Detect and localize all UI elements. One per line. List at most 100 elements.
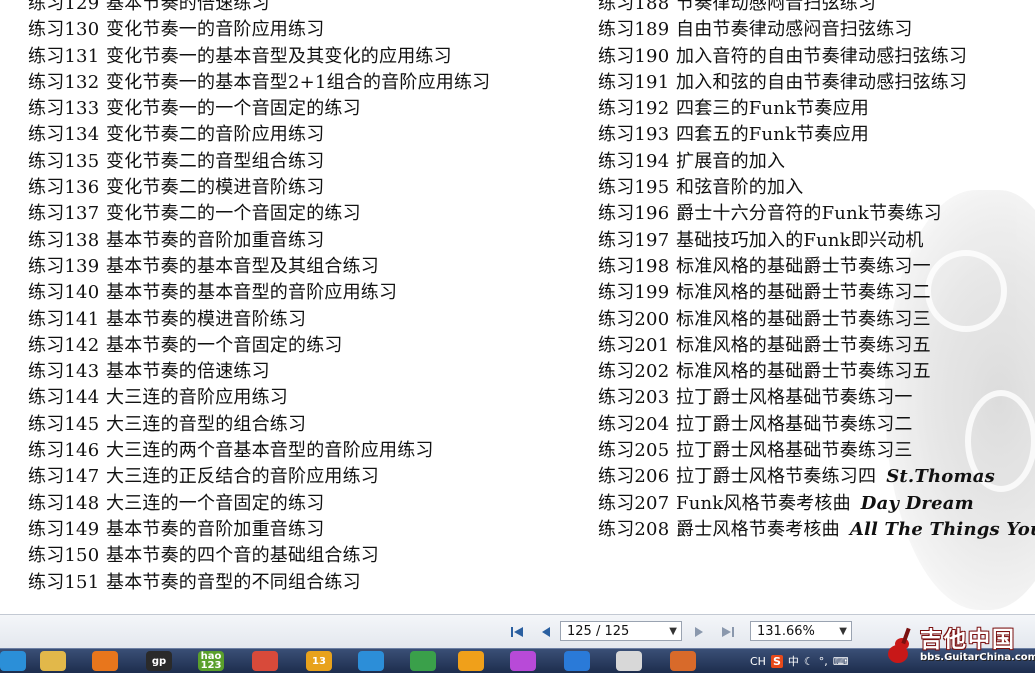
game-icon[interactable]: 13: [306, 651, 332, 671]
toc-entry-number: 练习137: [28, 203, 100, 225]
toc-entry[interactable]: 练习133 变化节奏一的一个音固定的练习: [28, 96, 490, 122]
toc-entry[interactable]: 练习139 基本节奏的基本音型及其组合练习: [28, 254, 490, 280]
toc-entry[interactable]: 练习204 拉丁爵士风格基础节奏练习二: [598, 412, 1035, 438]
toc-entry-number: 练习205: [598, 440, 670, 462]
toc-entry[interactable]: 练习192 四套三的Funk节奏应用: [598, 96, 1035, 122]
page-number-field[interactable]: 125 / 125 ▼: [560, 621, 682, 641]
toc-entry[interactable]: 练习206 拉丁爵士风格节奏练习四 St.Thomas: [598, 464, 1035, 490]
toc-entry-title: 和弦音阶的加入: [676, 177, 804, 199]
toc-entry[interactable]: 练习141 基本节奏的模进音阶练习: [28, 307, 490, 333]
toc-entry[interactable]: 练习189 自由节奏律动感闷音扫弦练习: [598, 17, 1035, 43]
toc-entry[interactable]: 练习135 变化节奏二的音型组合练习: [28, 149, 490, 175]
toc-entry-title: 标准风格的基础爵士节奏练习二: [676, 282, 931, 304]
input-lang[interactable]: CH: [750, 655, 766, 668]
last-page-icon: [722, 627, 734, 637]
toc-entry[interactable]: 练习147 大三连的正反结合的音阶应用练习: [28, 464, 490, 490]
toc-entry[interactable]: 练习134 变化节奏二的音阶应用练习: [28, 122, 490, 148]
next-page-icon: [695, 627, 703, 637]
chevron-down-icon[interactable]: ▼: [669, 622, 677, 642]
chrome-icon[interactable]: [252, 651, 278, 671]
toc-entry[interactable]: 练习201 标准风格的基础爵士节奏练习五: [598, 333, 1035, 359]
next-page-button[interactable]: [690, 623, 708, 641]
toc-entry-number: 练习206: [598, 466, 670, 488]
toc-entry[interactable]: 练习148 大三连的一个音固定的练习: [28, 491, 490, 517]
palette-icon[interactable]: [510, 651, 536, 671]
toc-entry[interactable]: 练习138 基本节奏的音阶加重音练习: [28, 228, 490, 254]
toc-entry[interactable]: 练习129 基本节奏的倍速练习: [28, 0, 490, 17]
toc-entry-title: 扩展音的加入: [676, 150, 786, 172]
folder-icon[interactable]: [40, 651, 66, 671]
tools-icon[interactable]: [670, 651, 696, 671]
toc-entry[interactable]: 练习190 加入音符的自由节奏律动感扫弦练习: [598, 44, 1035, 70]
baidu-cloud-icon[interactable]: [564, 651, 590, 671]
toc-entry[interactable]: 练习208 爵士风格节奏考核曲 All The Things You: [598, 517, 1035, 543]
toc-entry[interactable]: 练习196 爵士十六分音符的Funk节奏练习: [598, 201, 1035, 227]
cloud-app-icon[interactable]: [358, 651, 384, 671]
toc-entry[interactable]: 练习149 基本节奏的音阶加重音练习: [28, 517, 490, 543]
taskbar-app-label: 13: [312, 655, 326, 667]
hao123-icon[interactable]: hao 123: [198, 651, 224, 671]
toc-entry-number: 练习135: [28, 150, 100, 172]
toc-entry[interactable]: 练习197 基础技巧加入的Funk即兴动机: [598, 228, 1035, 254]
keyboard-icon[interactable]: ⌨: [833, 655, 849, 668]
toc-entry[interactable]: 练习202 标准风格的基础爵士节奏练习五: [598, 359, 1035, 385]
toc-entry[interactable]: 练习193 四套五的Funk节奏应用: [598, 122, 1035, 148]
toc-entry[interactable]: 练习137 变化节奏二的一个音固定的练习: [28, 201, 490, 227]
toc-entry[interactable]: 练习131 变化节奏一的基本音型及其变化的应用练习: [28, 44, 490, 70]
toc-entry[interactable]: 练习151 基本节奏的音型的不同组合练习: [28, 570, 490, 596]
toc-entry-number: 练习192: [598, 98, 670, 120]
toc-entry[interactable]: 练习191 加入和弦的自由节奏律动感扫弦练习: [598, 70, 1035, 96]
toc-entry[interactable]: 练习207 Funk风格节奏考核曲 Day Dream: [598, 491, 1035, 517]
toc-entry[interactable]: 练习205 拉丁爵士风格基础节奏练习三: [598, 438, 1035, 464]
toc-entry-number: 练习199: [598, 282, 670, 304]
toc-entry-title: 大三连的两个音基本音型的音阶应用练习: [106, 440, 434, 462]
toc-entry[interactable]: 练习143 基本节奏的倍速练习: [28, 359, 490, 385]
ie-icon[interactable]: [0, 651, 26, 671]
punctuation-mode[interactable]: °,: [819, 655, 828, 668]
toc-entry-title: 基本节奏的模进音阶练习: [106, 308, 307, 330]
toc-entry[interactable]: 练习136 变化节奏二的模进音阶练习: [28, 175, 490, 201]
toc-entry[interactable]: 练习145 大三连的音型的组合练习: [28, 412, 490, 438]
toc-entry[interactable]: 练习194 扩展音的加入: [598, 149, 1035, 175]
toc-entry-title: 加入和弦的自由节奏律动感扫弦练习: [676, 71, 968, 93]
green-app-icon[interactable]: [410, 651, 436, 671]
toc-entry[interactable]: 练习203 拉丁爵士风格基础节奏练习一: [598, 385, 1035, 411]
toc-entry[interactable]: 练习150 基本节奏的四个音的基础组合练习: [28, 543, 490, 569]
toc-entry-number: 练习198: [598, 255, 670, 277]
toc-entry[interactable]: 练习130 变化节奏一的音阶应用练习: [28, 17, 490, 43]
toc-entry[interactable]: 练习195 和弦音阶的加入: [598, 175, 1035, 201]
ime-mode[interactable]: 中: [788, 653, 799, 669]
taskbar-app-label: hao 123: [200, 651, 222, 671]
toc-entry-title: 基本节奏的音型的不同组合练习: [106, 571, 361, 593]
toc-entry[interactable]: 练习140 基本节奏的基本音型的音阶应用练习: [28, 280, 490, 306]
guitar-pro-icon[interactable]: gp: [146, 651, 172, 671]
ime-icon[interactable]: S: [770, 654, 783, 668]
toc-entry[interactable]: 练习132 变化节奏一的基本音型2+1组合的音阶应用练习: [28, 70, 490, 96]
toc-entry[interactable]: 练习200 标准风格的基础爵士节奏练习三: [598, 307, 1035, 333]
prev-page-button[interactable]: [537, 623, 555, 641]
toc-entry-title: 变化节奏一的音阶应用练习: [106, 19, 325, 41]
first-page-button[interactable]: [508, 623, 526, 641]
toc-entry-number: 练习129: [28, 0, 100, 14]
toc-entry[interactable]: 练习144 大三连的音阶应用练习: [28, 385, 490, 411]
toc-entry-title: 四套五的Funk节奏应用: [676, 124, 869, 146]
toc-entry[interactable]: 练习142 基本节奏的一个音固定的练习: [28, 333, 490, 359]
qq-icon[interactable]: [458, 651, 484, 671]
zoom-field[interactable]: 131.66% ▼: [750, 621, 852, 641]
reader-icon[interactable]: [616, 651, 642, 671]
moon-icon[interactable]: ☾: [804, 655, 814, 668]
toc-entry[interactable]: 练习146 大三连的两个音基本音型的音阶应用练习: [28, 438, 490, 464]
toc-entry-title: 变化节奏一的基本音型及其变化的应用练习: [106, 45, 452, 67]
chevron-down-icon[interactable]: ▼: [839, 622, 847, 642]
toc-entry[interactable]: 练习188 节奏律动感闷音扫弦练习: [598, 0, 1035, 17]
toc-entry[interactable]: 练习199 标准风格的基础爵士节奏练习二: [598, 280, 1035, 306]
forum-watermark-logo: 吉他中国 bbs.GuitarChina.com: [880, 622, 1035, 672]
toc-entry[interactable]: 练习198 标准风格的基础爵士节奏练习一: [598, 254, 1035, 280]
last-page-button[interactable]: [719, 623, 737, 641]
toc-entry-title: 标准风格的基础爵士节奏练习三: [676, 308, 931, 330]
toc-entry-number: 练习195: [598, 177, 670, 199]
first-page-icon: [511, 627, 523, 637]
toc-entry-title: 爵士十六分音符的Funk节奏练习: [676, 203, 942, 225]
prev-page-icon: [542, 627, 550, 637]
media-player-icon[interactable]: [92, 651, 118, 671]
